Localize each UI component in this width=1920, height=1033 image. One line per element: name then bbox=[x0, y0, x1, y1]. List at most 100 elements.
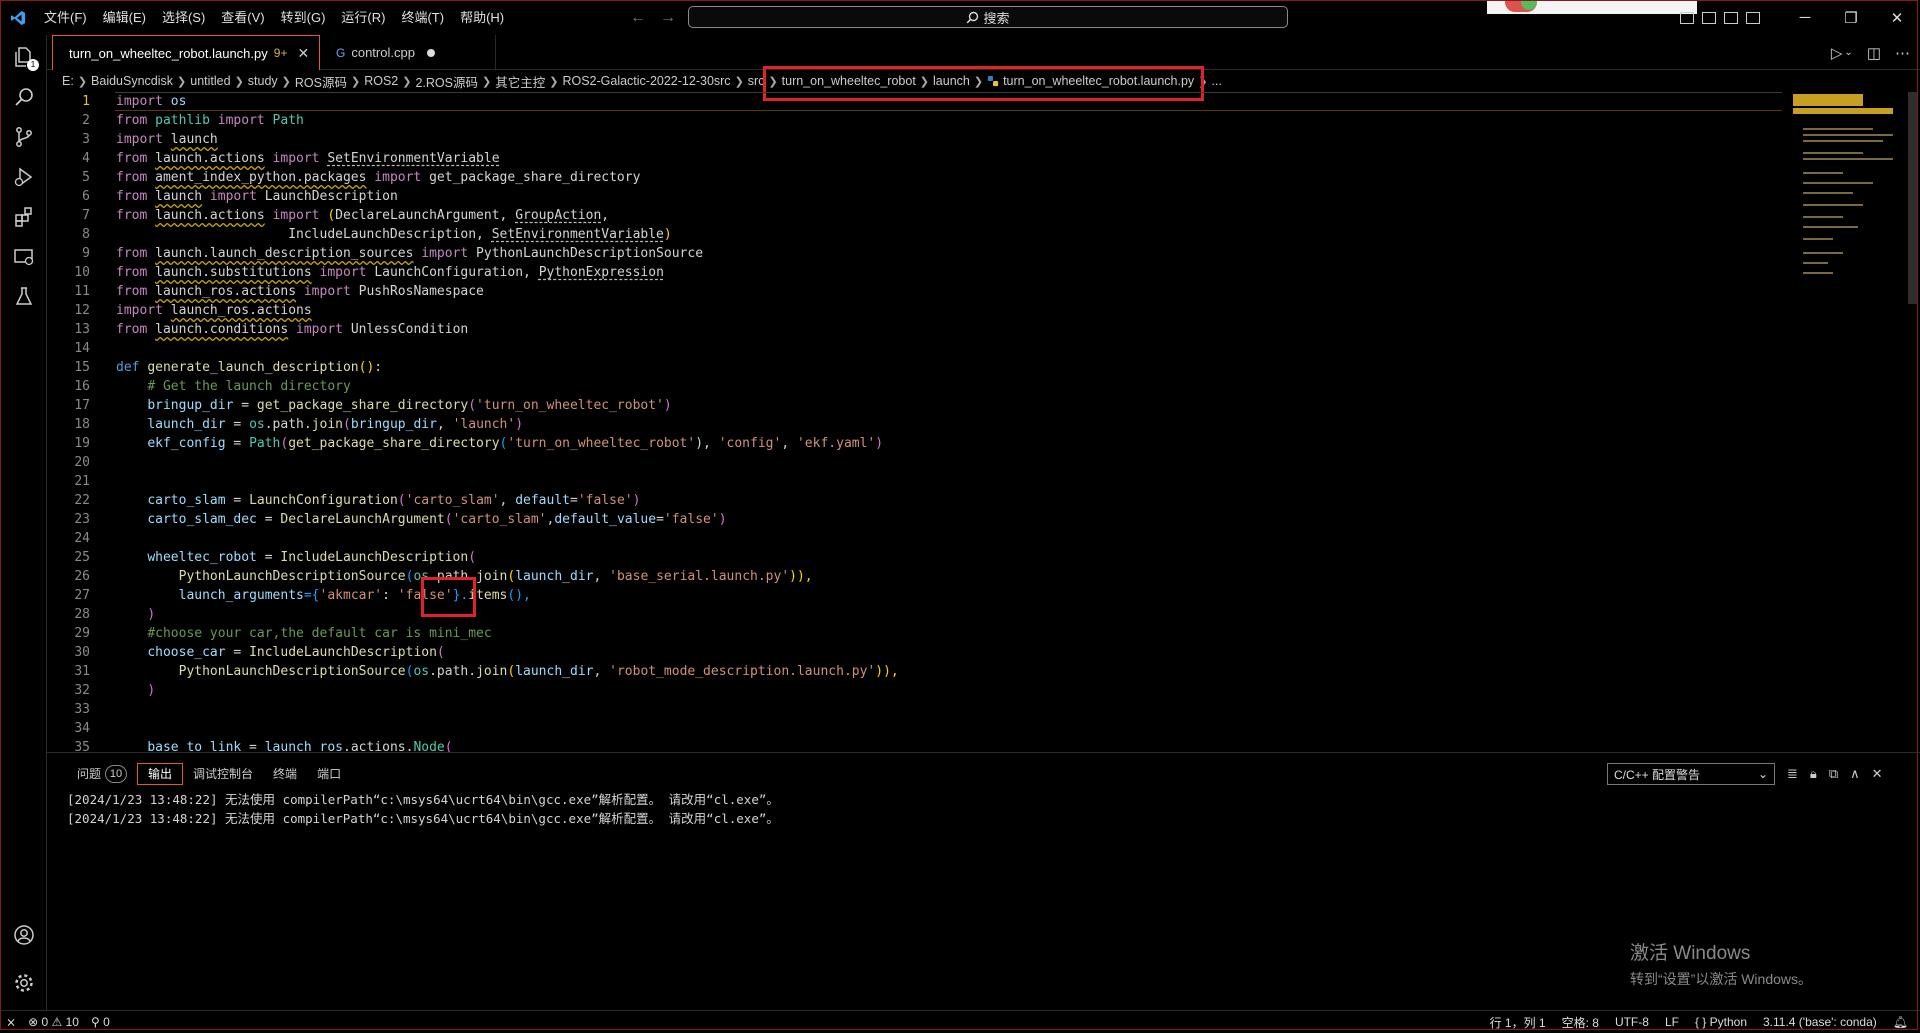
ports-status[interactable]: ⚲ 0 bbox=[91, 1015, 110, 1029]
overlay-thumbnail bbox=[1487, 0, 1697, 14]
code-line: 22 carto_slam = LaunchConfiguration('car… bbox=[47, 491, 1782, 510]
settings-gear-icon[interactable] bbox=[0, 963, 47, 1003]
toggle-panel-icon[interactable] bbox=[1702, 11, 1716, 24]
breadcrumb-item[interactable]: launch bbox=[933, 74, 970, 88]
breadcrumb-item[interactable]: BaiduSyncdisk bbox=[91, 74, 173, 88]
run-debug-icon[interactable] bbox=[0, 157, 47, 197]
breadcrumb-item[interactable]: turn_on_wheeltec_robot bbox=[782, 74, 916, 88]
run-dropdown-icon[interactable]: ⌄ bbox=[1844, 47, 1852, 58]
split-editor-icon[interactable]: ◫ bbox=[1867, 44, 1881, 62]
remote-explorer-icon[interactable] bbox=[0, 237, 47, 277]
notifications-bell-icon[interactable]: 🔔︎ bbox=[1893, 1015, 1908, 1029]
extensions-icon[interactable] bbox=[0, 197, 47, 237]
breadcrumb-item[interactable]: 2.ROS源码 bbox=[415, 72, 478, 91]
line-number: 24 bbox=[74, 531, 90, 546]
clear-output-icon[interactable]: ≣ bbox=[1787, 766, 1798, 782]
menu-file[interactable]: 文件(F) bbox=[36, 0, 95, 35]
vertical-scrollbar[interactable] bbox=[1908, 92, 1918, 304]
line-number: 22 bbox=[74, 493, 90, 508]
restore-icon[interactable]: ❐ bbox=[1828, 0, 1874, 35]
code-line: 29 #choose your car,the default car is m… bbox=[47, 624, 1782, 643]
problems-status[interactable]: ⊗ 0 ⚠ 10 bbox=[28, 1015, 79, 1029]
minimap[interactable] bbox=[1793, 92, 1905, 312]
code-line: 19 ekf_config = Path(get_package_share_d… bbox=[47, 434, 1782, 453]
testing-icon[interactable] bbox=[0, 277, 47, 317]
activity-bar: 1 bbox=[0, 35, 47, 1010]
editor-actions: ▷ ⌄ ◫ ⋯ bbox=[1831, 35, 1910, 70]
line-number: 16 bbox=[74, 379, 90, 394]
menu-go[interactable]: 转到(G) bbox=[273, 0, 334, 35]
line-number: 9 bbox=[82, 246, 90, 261]
output-line: [2024/1/23 13:48:22] 无法使用 compilerPath“c… bbox=[67, 811, 779, 826]
code-line: 8 IncludeLaunchDescription, SetEnvironme… bbox=[47, 225, 1782, 244]
code-line: 35 base_to_link = launch_ros.actions.Nod… bbox=[47, 738, 1782, 752]
menu-help[interactable]: 帮助(H) bbox=[452, 0, 512, 35]
accounts-icon[interactable] bbox=[0, 915, 47, 955]
language-mode[interactable]: { } Python bbox=[1695, 1015, 1747, 1029]
tab-launch-file[interactable]: turn_on_wheeltec_robot.launch.py 9+ ✕ bbox=[52, 35, 320, 70]
menu-selection[interactable]: 选择(S) bbox=[154, 0, 213, 35]
menu-terminal[interactable]: 终端(T) bbox=[393, 0, 452, 35]
breadcrumb-item[interactable]: src bbox=[748, 74, 765, 88]
title-bar: 文件(F) 编辑(E) 选择(S) 查看(V) 转到(G) 运行(R) 终端(T… bbox=[0, 0, 1920, 35]
vscode-logo-icon bbox=[0, 0, 36, 35]
menu-run[interactable]: 运行(R) bbox=[333, 0, 393, 35]
customize-layout-icon[interactable] bbox=[1746, 11, 1760, 24]
run-icon[interactable]: ▷ bbox=[1831, 44, 1843, 62]
unsaved-dot-icon[interactable] bbox=[426, 48, 435, 57]
breadcrumb-item[interactable]: ROS源码 bbox=[295, 72, 347, 91]
breadcrumb-item[interactable]: ROS2-Galactic-2022-12-30src bbox=[562, 74, 730, 88]
line-number: 23 bbox=[74, 512, 90, 527]
breadcrumb-item[interactable]: untitled bbox=[190, 74, 230, 88]
remote-indicator-icon[interactable]: ⨯ bbox=[6, 1015, 16, 1029]
minimize-icon[interactable]: ─ bbox=[1782, 0, 1828, 35]
close-window-icon[interactable]: ✕ bbox=[1874, 0, 1920, 35]
search-view-icon[interactable] bbox=[0, 77, 47, 117]
cursor-position[interactable]: 行 1，列 1 bbox=[1490, 1014, 1546, 1031]
breadcrumb-item[interactable]: study bbox=[248, 74, 278, 88]
lock-scroll-icon[interactable]: 🔒︎ bbox=[1810, 766, 1817, 782]
code-line: 25 wheeltec_robot = IncludeLaunchDescrip… bbox=[47, 548, 1782, 567]
line-number: 3 bbox=[82, 132, 90, 147]
indentation[interactable]: 空格: 8 bbox=[1562, 1014, 1599, 1031]
tab-problems[interactable]: 问题 10 bbox=[67, 763, 137, 785]
breadcrumb-item[interactable]: turn_on_wheeltec_robot.launch.py bbox=[1003, 74, 1194, 88]
code-line: 30 choose_car = IncludeLaunchDescription… bbox=[47, 643, 1782, 662]
source-control-icon[interactable] bbox=[0, 117, 47, 157]
menu-view[interactable]: 查看(V) bbox=[213, 0, 272, 35]
tab-label: 调试控制台 bbox=[193, 767, 254, 781]
code-line: 32 ) bbox=[47, 681, 1782, 700]
tab-debug-console[interactable]: 调试控制台 bbox=[183, 763, 263, 785]
breadcrumb-item[interactable]: 其它主控 bbox=[495, 72, 545, 91]
output-channel-select[interactable]: C/C++ 配置警告 ⌄ bbox=[1607, 763, 1775, 785]
tab-terminal[interactable]: 终端 bbox=[263, 763, 307, 785]
explorer-icon[interactable]: 1 bbox=[0, 37, 47, 77]
end-of-line[interactable]: LF bbox=[1665, 1015, 1679, 1029]
tab-output[interactable]: 输出 bbox=[137, 763, 184, 785]
code-editor[interactable]: 1 import os 2 from pathlib import Path 3 im… bbox=[47, 92, 1782, 752]
command-search-box[interactable]: 搜索 bbox=[688, 6, 1288, 28]
code-line: 6 from launch import LaunchDescription bbox=[47, 187, 1782, 206]
line-number: 32 bbox=[74, 683, 90, 698]
back-arrow-icon[interactable]: ← bbox=[630, 9, 646, 27]
output-log[interactable]: [2024/1/23 13:48:22] 无法使用 compilerPath“c… bbox=[67, 790, 779, 828]
menu-edit[interactable]: 编辑(E) bbox=[95, 0, 154, 35]
tab-ports[interactable]: 端口 bbox=[307, 763, 351, 785]
encoding[interactable]: UTF-8 bbox=[1615, 1015, 1649, 1029]
line-number: 26 bbox=[74, 569, 90, 584]
close-panel-icon[interactable]: ✕ bbox=[1872, 766, 1883, 782]
toggle-secondary-sidebar-icon[interactable] bbox=[1724, 11, 1738, 24]
forward-arrow-icon[interactable]: → bbox=[660, 9, 676, 27]
tab-control-cpp[interactable]: G control.cpp bbox=[326, 35, 496, 70]
breadcrumb-item[interactable]: E: bbox=[62, 74, 74, 88]
open-in-editor-icon[interactable]: ⧉ bbox=[1829, 766, 1838, 782]
python-interpreter[interactable]: 3.11.4 ('base': conda) bbox=[1763, 1015, 1877, 1029]
breadcrumb-item[interactable]: ROS2 bbox=[364, 74, 398, 88]
maximize-panel-icon[interactable]: ∧ bbox=[1850, 766, 1860, 782]
breadcrumb-item[interactable]: ... bbox=[1211, 74, 1221, 88]
line-number: 28 bbox=[74, 607, 90, 622]
close-tab-icon[interactable]: ✕ bbox=[297, 45, 309, 62]
problems-count-badge: 10 bbox=[105, 765, 128, 783]
toggle-sidebar-icon[interactable] bbox=[1680, 11, 1694, 24]
more-actions-icon[interactable]: ⋯ bbox=[1895, 44, 1910, 62]
